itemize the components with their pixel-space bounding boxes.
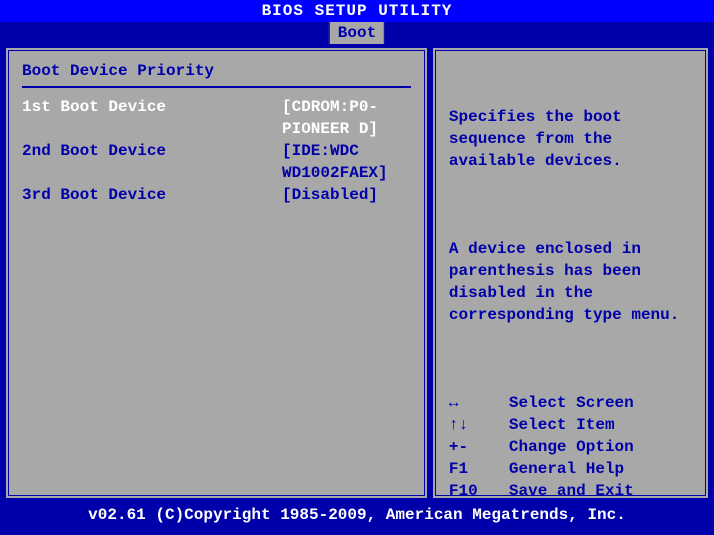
- panel-heading: Boot Device Priority: [22, 62, 411, 80]
- title-text: BIOS SETUP UTILITY: [262, 2, 453, 20]
- boot-device-label: 3rd Boot Device: [22, 184, 282, 206]
- key-symbol: F10: [449, 480, 509, 502]
- title-bar: BIOS SETUP UTILITY: [0, 0, 714, 22]
- bios-screen: BIOS SETUP UTILITY Boot Boot Device Prio…: [0, 0, 714, 535]
- key-symbol: ↔: [449, 392, 509, 414]
- key-action: Save and Exit: [509, 480, 634, 502]
- key-action: Select Item: [509, 414, 615, 436]
- footer-bar: v02.61 (C)Copyright 1985-2009, American …: [0, 502, 714, 528]
- key-row-save-exit: F10 Save and Exit: [449, 480, 692, 502]
- boot-device-value: [IDE:WDC WD1002FAEX]: [282, 140, 411, 184]
- boot-device-row-1[interactable]: 1st Boot Device [CDROM:P0-PIONEER D]: [22, 96, 411, 140]
- key-symbol: F1: [449, 458, 509, 480]
- key-row-select-item: ↑↓ Select Item: [449, 414, 692, 436]
- main-area: Boot Device Priority 1st Boot Device [CD…: [0, 44, 714, 502]
- key-action: Change Option: [509, 436, 634, 458]
- boot-device-row-3[interactable]: 3rd Boot Device [Disabled]: [22, 184, 411, 206]
- key-row-change-option: +- Change Option: [449, 436, 692, 458]
- key-row-select-screen: ↔ Select Screen: [449, 392, 692, 414]
- key-row-general-help: F1 General Help: [449, 458, 692, 480]
- key-action: Select Screen: [509, 392, 634, 414]
- boot-device-value: [Disabled]: [282, 184, 411, 206]
- help-panel: Specifies the boot sequence from the ava…: [433, 48, 708, 498]
- tab-row: Boot: [0, 22, 714, 44]
- footer-text: v02.61 (C)Copyright 1985-2009, American …: [88, 506, 626, 524]
- help-paragraph-2: A device enclosed in parenthesis has bee…: [449, 238, 692, 326]
- key-symbol: +-: [449, 436, 509, 458]
- left-panel: Boot Device Priority 1st Boot Device [CD…: [6, 48, 427, 498]
- boot-device-label: 1st Boot Device: [22, 96, 282, 140]
- key-symbol: ↑↓: [449, 414, 509, 436]
- help-paragraph-1: Specifies the boot sequence from the ava…: [449, 106, 692, 172]
- boot-device-row-2[interactable]: 2nd Boot Device [IDE:WDC WD1002FAEX]: [22, 140, 411, 184]
- boot-device-value: [CDROM:P0-PIONEER D]: [282, 96, 411, 140]
- key-action: General Help: [509, 458, 624, 480]
- boot-device-label: 2nd Boot Device: [22, 140, 282, 184]
- tab-label: Boot: [338, 24, 376, 42]
- tab-boot[interactable]: Boot: [329, 22, 385, 45]
- help-text: Specifies the boot sequence from the ava…: [449, 62, 692, 392]
- divider: [22, 86, 411, 88]
